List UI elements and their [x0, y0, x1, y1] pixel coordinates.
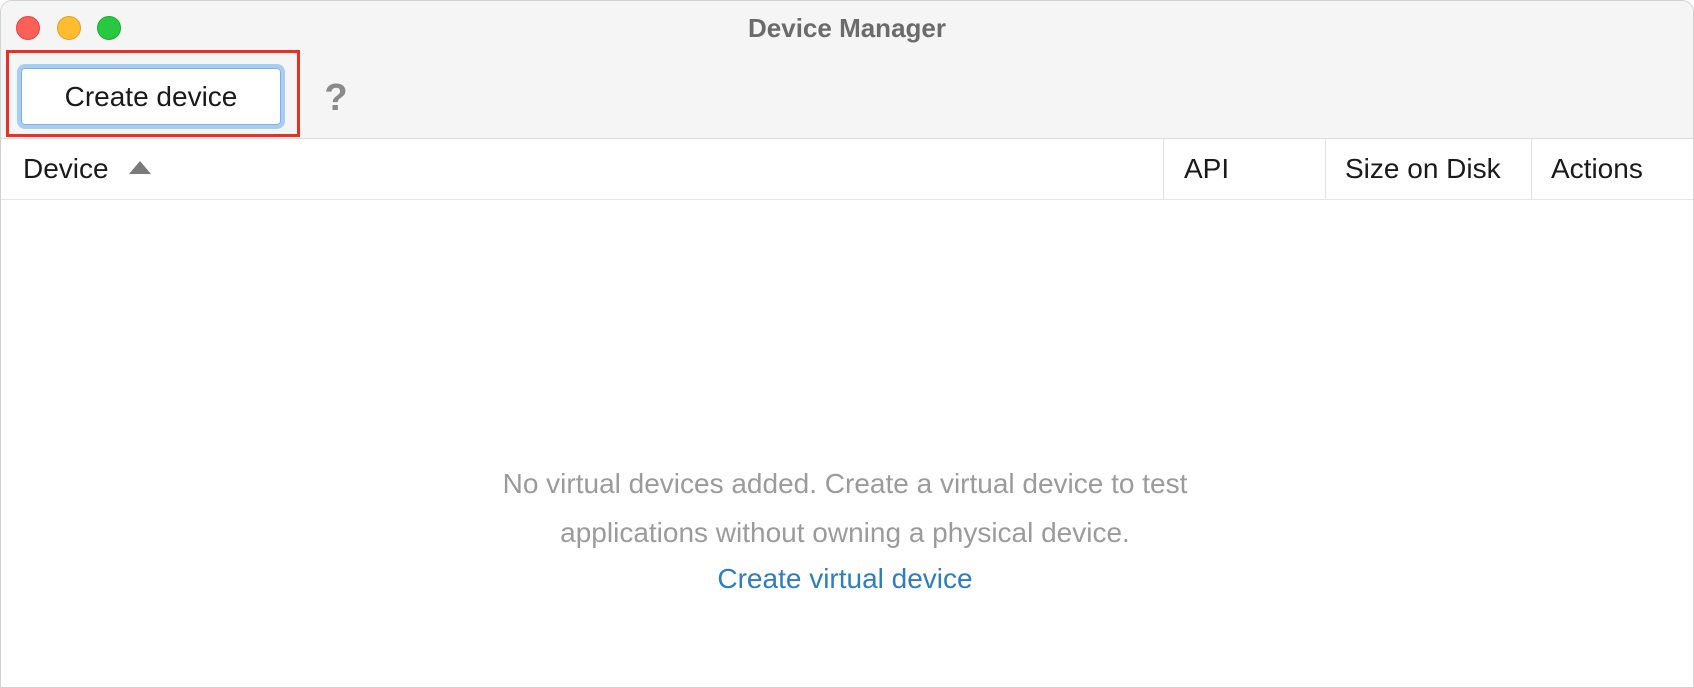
window-title: Device Manager [748, 13, 946, 43]
device-manager-window: Device Manager Create device ? Device AP… [0, 0, 1694, 688]
column-label-size-on-disk: Size on Disk [1345, 153, 1501, 184]
empty-state-line-1: No virtual devices added. Create a virtu… [502, 468, 1188, 499]
column-header-actions[interactable]: Actions [1531, 139, 1693, 199]
column-header-api[interactable]: API [1163, 139, 1325, 199]
title-bar: Device Manager Create device ? [1, 1, 1693, 139]
column-label-api: API [1184, 153, 1230, 184]
empty-state-message: No virtual devices added. Create a virtu… [401, 459, 1289, 557]
help-icon[interactable]: ? [319, 75, 353, 121]
column-header-size-on-disk[interactable]: Size on Disk [1325, 139, 1531, 199]
column-label-actions: Actions [1551, 153, 1643, 184]
create-device-button[interactable]: Create device [17, 64, 285, 129]
create-virtual-device-link[interactable]: Create virtual device [601, 563, 1089, 595]
column-header-device[interactable]: Device [23, 139, 1163, 199]
device-table-header: Device API Size on Disk Actions [1, 139, 1693, 200]
empty-state-line-2: applications without owning a physical d… [560, 517, 1130, 548]
column-label-device: Device [23, 153, 109, 184]
sort-ascending-icon [128, 160, 151, 174]
